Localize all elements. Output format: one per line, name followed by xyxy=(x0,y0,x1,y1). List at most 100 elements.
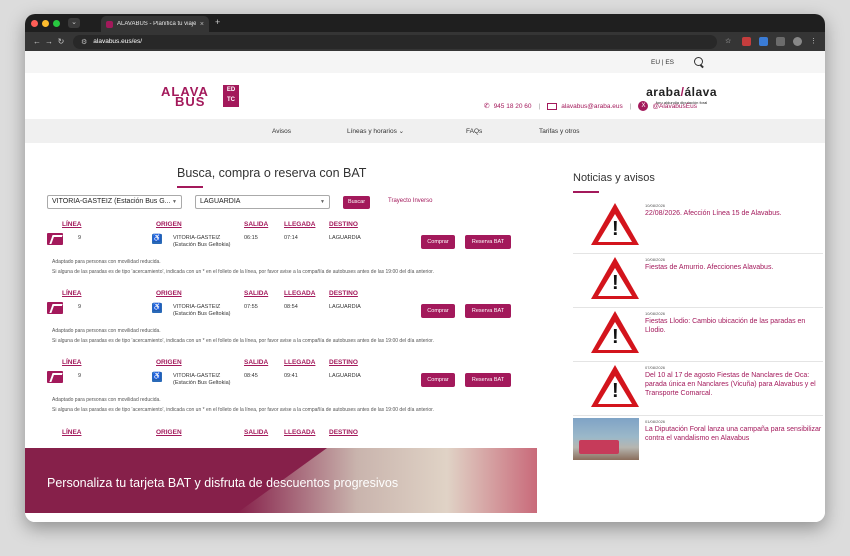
news-item[interactable]: 10/08/2026 Fiestas Llodio: Cambio ubicac… xyxy=(573,308,823,362)
bookmark-star-icon[interactable]: ☆ xyxy=(725,37,734,46)
destination-value: LAGUARDIA xyxy=(329,304,361,310)
promo-banner[interactable]: Personaliza tu tarjeta BAT y disfruta de… xyxy=(25,448,537,513)
more-menu-icon[interactable]: ⋮ xyxy=(810,37,819,46)
line-number: 9 xyxy=(78,373,82,379)
destination-select[interactable]: LAGUARDIA ▼ xyxy=(195,195,330,209)
buy-button[interactable]: Comprar xyxy=(421,373,455,387)
twitter-link[interactable]: @AlavabusEus xyxy=(652,103,697,110)
buy-button[interactable]: Comprar xyxy=(421,304,455,318)
news-item[interactable]: 10/08/2026 22/08/2026. Afección Línea 15… xyxy=(573,200,823,254)
menu-faqs[interactable]: FAQs xyxy=(466,128,482,135)
destination-value: LAGUARDIA xyxy=(329,373,361,379)
menu-avisos[interactable]: Avisos xyxy=(272,128,291,135)
profile-avatar-icon[interactable] xyxy=(793,37,802,46)
destination-value: LAGUARDIA xyxy=(329,235,361,241)
col-line: LÍNEA xyxy=(62,290,82,297)
wheelchair-icon: ♿ xyxy=(152,303,162,313)
news-title[interactable]: Fiestas Llodio: Cambio ubicación de las … xyxy=(645,317,823,335)
browser-tab[interactable]: ALAVABUS - Planifica tu viaje × xyxy=(101,16,209,32)
col-arrival: LLEGADA xyxy=(284,359,316,366)
extensions-puzzle-icon[interactable] xyxy=(776,37,785,46)
maximize-window-button[interactable] xyxy=(53,19,60,27)
new-tab-button[interactable]: + xyxy=(215,17,220,27)
search-heading: Busca, compra o reserva con BAT xyxy=(177,166,367,180)
ctc-logo: ED TC xyxy=(223,85,239,107)
result-row: LÍNEA ORIGEN SALIDA LLEGADA DESTINO 9 ♿ … xyxy=(47,290,537,358)
departure-time: 06:15 xyxy=(244,235,258,241)
top-utility-bar: EU | ES xyxy=(25,51,825,73)
col-origin: ORIGEN xyxy=(156,429,182,436)
warning-note: Si alguna de las paradas es de tipo 'ace… xyxy=(52,269,434,275)
arrival-time: 09:41 xyxy=(284,373,298,379)
heading-underline xyxy=(573,191,599,193)
reserve-bat-button[interactable]: Reserva BAT xyxy=(465,304,511,318)
search-button[interactable]: Buscar xyxy=(343,196,370,209)
warning-sign-icon xyxy=(591,203,639,245)
warning-sign-icon xyxy=(591,365,639,407)
news-item[interactable]: 10/08/2026 Fiestas de Amurrio. Afeccione… xyxy=(573,254,823,308)
site-info-icon[interactable]: ⚙ xyxy=(81,38,87,46)
reload-icon[interactable]: ↻ xyxy=(55,37,67,46)
col-destination: DESTINO xyxy=(329,359,358,366)
web-page: EU | ES ALAVA BUS ED TC araba/álava foru… xyxy=(25,51,825,522)
favicon-icon xyxy=(106,20,113,28)
buy-button[interactable]: Comprar xyxy=(421,235,455,249)
search-icon[interactable] xyxy=(694,56,705,68)
extension-icon[interactable] xyxy=(742,37,751,46)
back-icon[interactable]: ← xyxy=(31,37,43,46)
warning-sign-icon xyxy=(591,257,639,299)
news-date: 01/08/2026 xyxy=(645,419,666,424)
arrival-time: 08:54 xyxy=(284,304,298,310)
wheelchair-icon: ♿ xyxy=(152,372,162,382)
x-twitter-icon: X xyxy=(638,101,649,111)
phone-icon: ✆ xyxy=(483,103,490,110)
news-item[interactable]: 01/08/2026 La Diputación Foral lanza una… xyxy=(573,416,823,470)
bus-line-icon xyxy=(47,233,63,245)
col-departure: SALIDA xyxy=(244,359,269,366)
url-field[interactable]: ⚙ alavabus.eus/es/ xyxy=(73,34,717,49)
arrival-time: 07:14 xyxy=(284,235,298,241)
news-heading: Noticias y avisos xyxy=(573,172,655,184)
extension-icon-2[interactable] xyxy=(759,37,768,46)
alavabus-logo[interactable]: ALAVA BUS xyxy=(161,85,209,108)
adapted-note: Adaptado para personas con movilidad red… xyxy=(52,397,161,403)
bus-line-icon xyxy=(47,302,63,314)
news-title[interactable]: 22/08/2026. Afección Línea 15 de Alavabu… xyxy=(645,209,823,218)
site-header: ALAVA BUS ED TC araba/álava foru aldundi… xyxy=(25,73,825,121)
close-window-button[interactable] xyxy=(31,19,38,27)
news-date: 10/08/2026 xyxy=(645,311,666,316)
menu-lineas-horarios[interactable]: Líneas y horarios ⌄ xyxy=(347,127,404,135)
col-origin: ORIGEN xyxy=(156,290,182,297)
news-date: 10/08/2026 xyxy=(645,257,666,262)
phone-link[interactable]: 945 18 20 60 xyxy=(494,103,532,110)
reserve-bat-button[interactable]: Reserva BAT xyxy=(465,373,511,387)
chevron-down-icon: ▼ xyxy=(320,199,325,205)
mail-icon xyxy=(547,102,558,110)
wheelchair-icon: ♿ xyxy=(152,234,162,244)
chevron-down-icon: ▼ xyxy=(172,199,177,205)
bus-line-icon xyxy=(47,371,63,383)
news-item[interactable]: 07/08/2026 Del 10 al 17 de agosto Fiesta… xyxy=(573,362,823,416)
minimize-window-button[interactable] xyxy=(42,19,49,27)
reserve-bat-button[interactable]: Reserva BAT xyxy=(465,235,511,249)
bus-photo-image xyxy=(573,418,639,460)
news-title[interactable]: Fiestas de Amurrio. Afecciones Alavabus. xyxy=(645,263,823,272)
toolbar-icons: ☆ ⋮ xyxy=(725,37,819,46)
tab-close-icon[interactable]: × xyxy=(200,21,204,28)
email-link[interactable]: alavabus@araba.eus xyxy=(561,103,623,110)
tab-search-icon[interactable]: ⌄ xyxy=(68,18,80,28)
menu-tarifas[interactable]: Tarifas y otros xyxy=(539,128,579,135)
reverse-route-link[interactable]: Trayecto Inverso xyxy=(388,198,432,204)
col-origin: ORIGEN xyxy=(156,359,182,366)
news-title[interactable]: La Diputación Foral lanza una campaña pa… xyxy=(645,425,823,443)
col-line: LÍNEA xyxy=(62,359,82,366)
news-title[interactable]: Del 10 al 17 de agosto Fiestas de Nancla… xyxy=(645,371,823,398)
adapted-note: Adaptado para personas con movilidad red… xyxy=(52,328,161,334)
language-switcher[interactable]: EU | ES xyxy=(651,59,674,66)
url-text: alavabus.eus/es/ xyxy=(93,38,143,45)
forward-icon[interactable]: → xyxy=(43,37,55,46)
origin-select[interactable]: VITORIA-GASTEIZ (Estación Bus G... ▼ xyxy=(47,195,182,209)
origin-value: VITORIA-GASTEIZ (Estación Bus Geltokia) xyxy=(173,373,231,386)
col-destination: DESTINO xyxy=(329,290,358,297)
col-departure: SALIDA xyxy=(244,221,269,228)
